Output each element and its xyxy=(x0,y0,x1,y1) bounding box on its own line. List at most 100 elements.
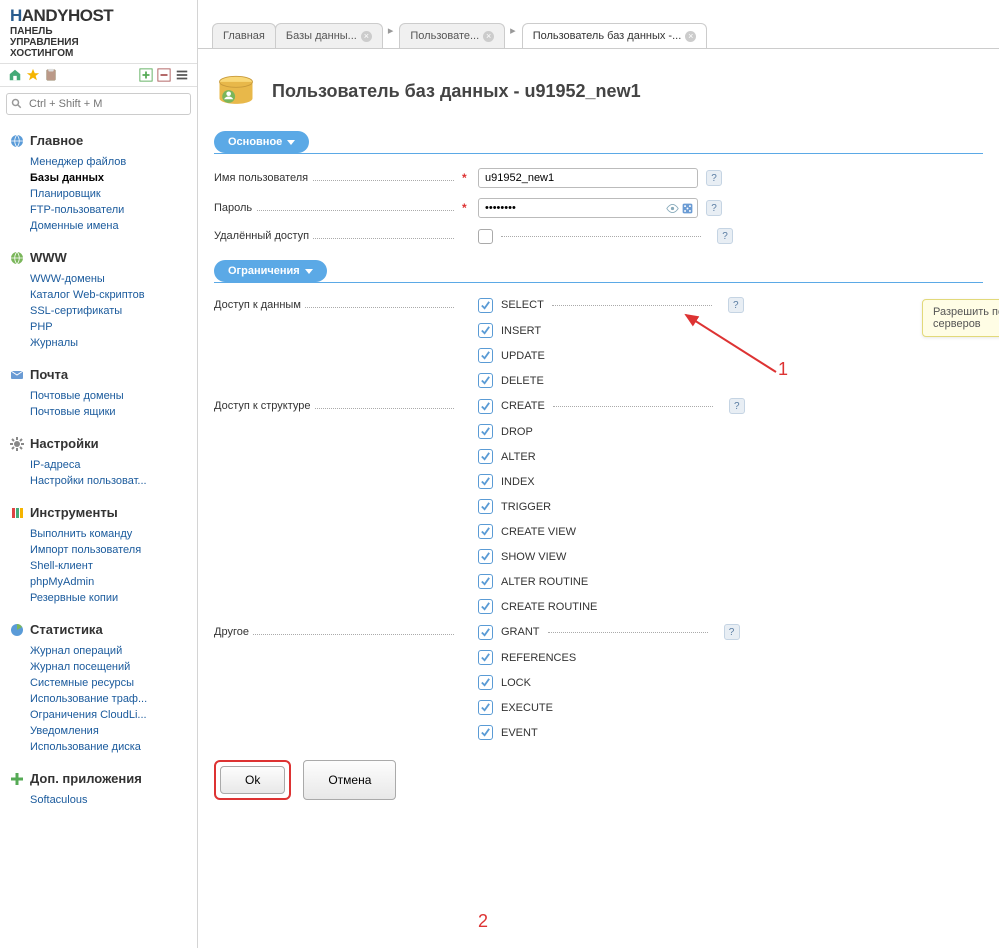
perm-checkbox[interactable] xyxy=(478,424,493,439)
nav-item[interactable]: Планировщик xyxy=(30,186,197,202)
nav-item[interactable]: Уведомления xyxy=(30,723,197,739)
help-icon[interactable]: ? xyxy=(728,297,744,313)
perm-label: EVENT xyxy=(501,727,538,739)
username-input[interactable] xyxy=(478,168,698,188)
perm-row: Доступ к структуре*CREATE? xyxy=(214,398,983,414)
eye-icon[interactable] xyxy=(666,202,679,215)
nav-item[interactable]: Доменные имена xyxy=(30,218,197,234)
perm-checkbox[interactable] xyxy=(478,298,493,313)
ok-highlight: Ok xyxy=(214,760,291,800)
remote-checkbox[interactable] xyxy=(478,229,493,244)
minus-box-icon[interactable] xyxy=(157,68,171,82)
perm-label: UPDATE xyxy=(501,350,545,362)
perm-checkbox[interactable] xyxy=(478,348,493,363)
perm-checkbox[interactable] xyxy=(478,399,493,414)
nav-item[interactable]: Журналы xyxy=(30,335,197,351)
perm-checkbox[interactable] xyxy=(478,524,493,539)
nav-item[interactable]: Журнал посещений xyxy=(30,659,197,675)
nav-item[interactable]: Почтовые ящики xyxy=(30,404,197,420)
perm-checkbox[interactable] xyxy=(478,599,493,614)
tab[interactable]: Базы данны...× xyxy=(275,23,383,48)
perm-checkbox[interactable] xyxy=(478,725,493,740)
perm-checkbox[interactable] xyxy=(478,549,493,564)
help-icon[interactable]: ? xyxy=(724,624,740,640)
search-icon xyxy=(11,98,23,110)
tab[interactable]: Пользователь баз данных -...× xyxy=(522,23,708,48)
nav-group-head[interactable]: Настройки xyxy=(0,432,197,455)
perm-checkbox[interactable] xyxy=(478,574,493,589)
help-icon[interactable]: ? xyxy=(706,200,722,216)
row-password: Пароль * ? xyxy=(214,198,983,218)
perm-checkbox[interactable] xyxy=(478,650,493,665)
nav-item[interactable]: PHP xyxy=(30,319,197,335)
ok-button[interactable]: Ok xyxy=(220,766,285,794)
nav-item[interactable]: Менеджер файлов xyxy=(30,154,197,170)
nav-item[interactable]: Импорт пользователя xyxy=(30,542,197,558)
perm-row: *DELETE xyxy=(214,373,983,388)
dice-icon[interactable] xyxy=(681,202,694,215)
nav-group-head[interactable]: Доп. приложения xyxy=(0,767,197,790)
star-icon[interactable] xyxy=(26,68,40,82)
nav-item[interactable]: IP-адреса xyxy=(30,457,197,473)
nav-item[interactable]: phpMyAdmin xyxy=(30,574,197,590)
nav-item[interactable]: Shell-клиент xyxy=(30,558,197,574)
nav-group-head[interactable]: Инструменты xyxy=(0,501,197,524)
perm-row: *ALTER xyxy=(214,449,983,464)
required-mark: * xyxy=(462,201,470,215)
perm-checkbox[interactable] xyxy=(478,625,493,640)
nav-item[interactable]: SSL-сертификаты xyxy=(30,303,197,319)
perm-label: INDEX xyxy=(501,476,535,488)
plus-icon xyxy=(10,772,24,786)
nav-item[interactable]: Softaculous xyxy=(30,792,197,808)
password-input[interactable] xyxy=(478,198,698,218)
home-icon[interactable] xyxy=(8,68,22,82)
nav-item[interactable]: Базы данных xyxy=(30,170,197,186)
cancel-button[interactable]: Отмена xyxy=(303,760,396,800)
nav-item[interactable]: Выполнить команду xyxy=(30,526,197,542)
nav-group-head[interactable]: WWW xyxy=(0,246,197,269)
help-icon[interactable]: ? xyxy=(706,170,722,186)
perm-checkbox[interactable] xyxy=(478,499,493,514)
perm-label: INSERT xyxy=(501,325,541,337)
perm-checkbox[interactable] xyxy=(478,700,493,715)
help-icon[interactable]: ? xyxy=(717,228,733,244)
menu-icon[interactable] xyxy=(175,68,189,82)
perm-checkbox[interactable] xyxy=(478,323,493,338)
perm-checkbox[interactable] xyxy=(478,373,493,388)
nav-item[interactable]: FTP-пользователи xyxy=(30,202,197,218)
plus-box-icon[interactable] xyxy=(139,68,153,82)
nav-item[interactable]: Использование диска xyxy=(30,739,197,755)
nav-group-head[interactable]: Главное xyxy=(0,129,197,152)
perm-row: *CREATE ROUTINE xyxy=(214,599,983,614)
nav-item[interactable]: Каталог Web-скриптов xyxy=(30,287,197,303)
nav-item[interactable]: Журнал операций xyxy=(30,643,197,659)
nav-item[interactable]: Почтовые домены xyxy=(30,388,197,404)
nav-group-head[interactable]: Почта xyxy=(0,363,197,386)
perm-checkbox[interactable] xyxy=(478,449,493,464)
help-icon[interactable]: ? xyxy=(729,398,745,414)
close-icon[interactable]: × xyxy=(685,31,696,42)
perm-label: GRANT xyxy=(501,626,540,638)
perm-checkbox[interactable] xyxy=(478,675,493,690)
nav-group-head[interactable]: Статистика xyxy=(0,618,197,641)
nav-item[interactable]: Использование траф... xyxy=(30,691,197,707)
perm-row: *ALTER ROUTINE xyxy=(214,574,983,589)
search-input[interactable] xyxy=(6,93,191,115)
perm-checkbox[interactable] xyxy=(478,474,493,489)
section-limits-tab[interactable]: Ограничения xyxy=(214,260,327,282)
close-icon[interactable]: × xyxy=(483,31,494,42)
tab[interactable]: Пользовате...× xyxy=(399,23,505,48)
section-main-tab[interactable]: Основное xyxy=(214,131,309,153)
perm-row: *TRIGGER xyxy=(214,499,983,514)
close-icon[interactable]: × xyxy=(361,31,372,42)
clipboard-icon[interactable] xyxy=(44,68,58,82)
perm-row: Доступ к данным*SELECT? xyxy=(214,297,983,313)
nav-item[interactable]: Резервные копии xyxy=(30,590,197,606)
nav-item[interactable]: WWW-домены xyxy=(30,271,197,287)
nav-item[interactable]: Настройки пользоват... xyxy=(30,473,197,489)
chart-icon xyxy=(10,623,24,637)
nav-item[interactable]: Системные ресурсы xyxy=(30,675,197,691)
tabs: ГлавнаяБазы данны...×▸Пользовате...×▸Пол… xyxy=(198,0,999,48)
tab[interactable]: Главная xyxy=(212,23,276,48)
nav-item[interactable]: Ограничения CloudLi... xyxy=(30,707,197,723)
